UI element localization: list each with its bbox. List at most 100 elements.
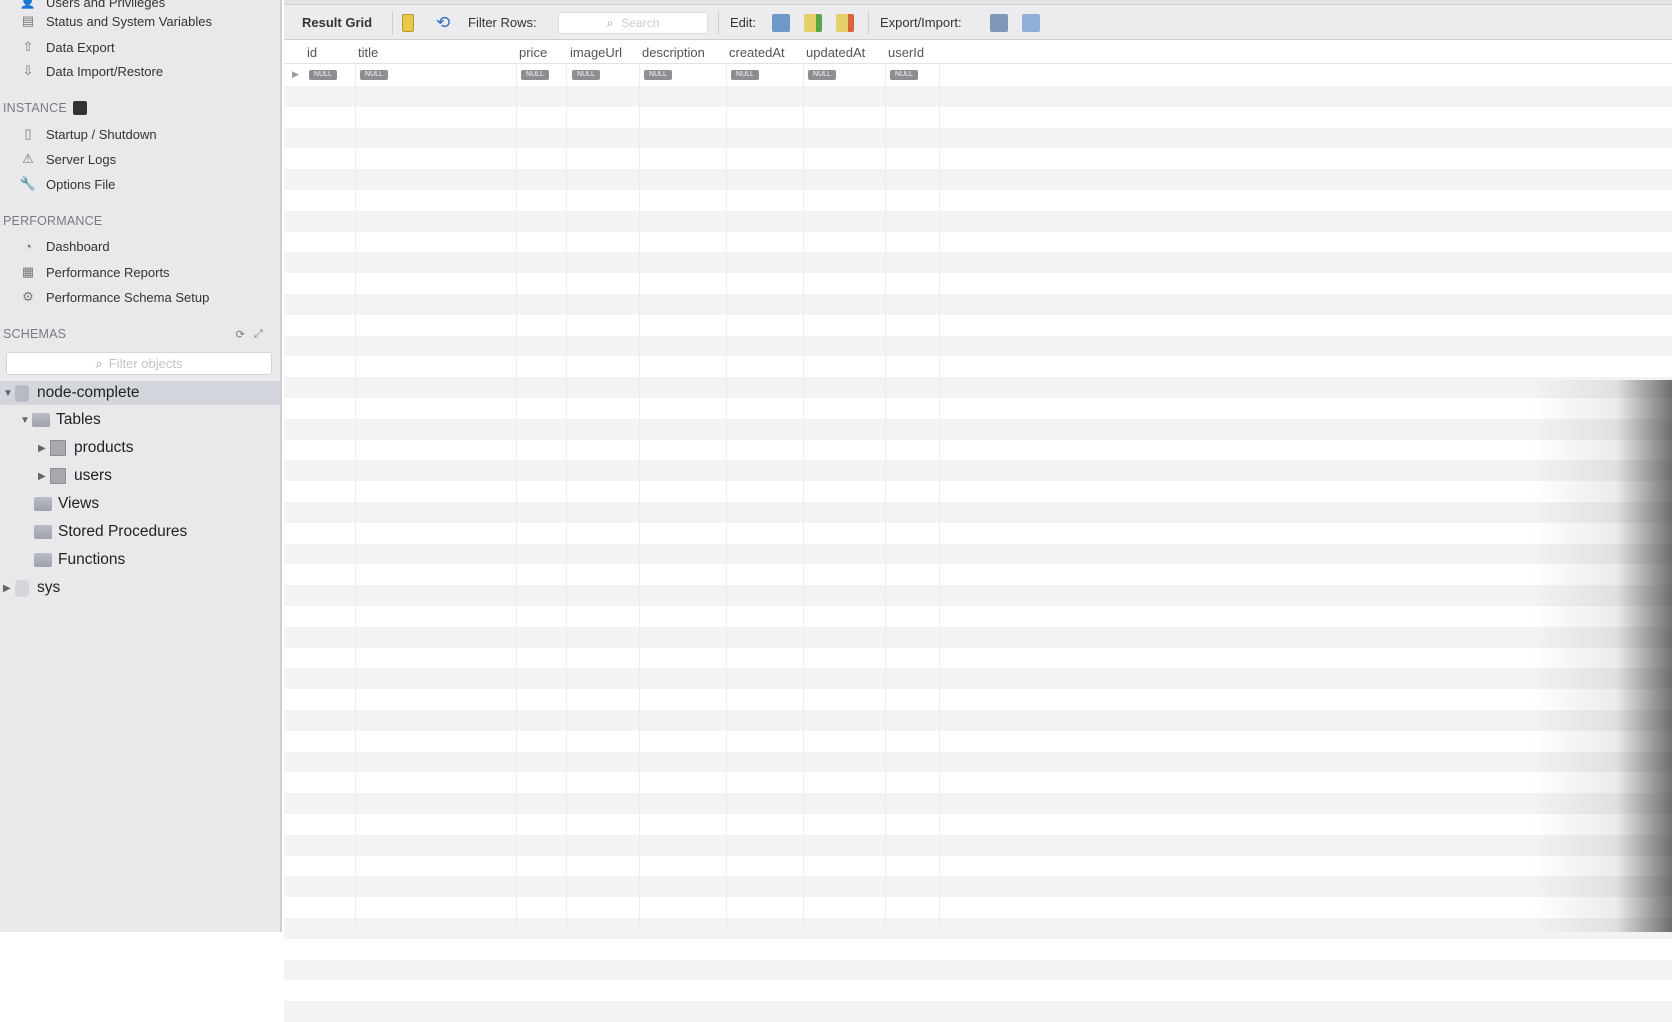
expand-arrow-icon[interactable]: ▼ xyxy=(20,415,32,426)
empty-grid-row xyxy=(284,689,1672,710)
empty-grid-row xyxy=(284,855,1672,877)
empty-grid-row xyxy=(284,127,1672,149)
edit-row-icon[interactable] xyxy=(772,5,790,40)
filter-rows-search-input[interactable]: ⌕ Search xyxy=(558,12,708,34)
nav-performance-schema-setup[interactable]: ⚙ Performance Schema Setup xyxy=(20,287,209,307)
filter-objects-input[interactable]: ⌕ Filter objects xyxy=(6,352,272,375)
column-header-price[interactable]: price xyxy=(519,45,547,60)
column-header-updatedat[interactable]: updatedAt xyxy=(806,45,865,60)
edge-shadow xyxy=(1532,380,1672,932)
monitor-icon: ▤ xyxy=(21,13,35,28)
empty-grid-row xyxy=(284,398,1672,419)
expand-arrow-icon[interactable]: ▼ xyxy=(3,388,15,399)
empty-grid-row xyxy=(284,834,1672,856)
schema-node-complete[interactable]: ▼ node-complete xyxy=(3,381,140,405)
empty-grid-row xyxy=(284,439,1672,461)
table-row[interactable]: ▶ NULL NULL NULL NULL NULL NULL NULL NUL… xyxy=(284,65,1672,86)
schema-sys[interactable]: ▶ sys xyxy=(3,576,60,600)
database-icon xyxy=(15,384,29,402)
row-indicator-icon: ▶ xyxy=(292,69,299,79)
result-grid-button[interactable]: Result Grid xyxy=(302,5,372,40)
empty-grid-row xyxy=(284,1001,1672,1022)
import-icon[interactable] xyxy=(1022,5,1040,40)
tree-views[interactable]: Views xyxy=(34,492,99,516)
empty-grid-row xyxy=(284,897,1672,918)
expand-arrow-icon[interactable]: ▶ xyxy=(3,583,15,594)
column-header-id[interactable]: id xyxy=(307,45,317,60)
empty-grid-row xyxy=(284,418,1672,440)
empty-grid-row xyxy=(284,273,1672,294)
gauge-icon: ◔ xyxy=(24,238,32,254)
cell-price[interactable]: NULL xyxy=(521,70,549,80)
empty-grid-row xyxy=(284,460,1672,482)
cell-imageurl[interactable]: NULL xyxy=(572,70,600,80)
empty-grid-row xyxy=(284,294,1672,315)
column-header-imageurl[interactable]: imageUrl xyxy=(570,45,622,60)
column-header-createdat[interactable]: createdAt xyxy=(729,45,785,60)
nav-data-import[interactable]: ⇩ Data Import/Restore xyxy=(20,61,164,81)
cell-description[interactable]: NULL xyxy=(644,70,672,80)
result-grid[interactable]: id title price imageUrl description crea… xyxy=(284,41,1672,1022)
empty-grid-row xyxy=(284,356,1672,378)
empty-grid-row xyxy=(284,710,1672,731)
empty-grid-row xyxy=(284,668,1672,690)
filter-rows-label: Filter Rows: xyxy=(468,15,537,30)
empty-grid-row xyxy=(284,169,1672,190)
result-toolbar: Result Grid ⟲ Filter Rows: ⌕ Search Edit:… xyxy=(284,5,1672,40)
delete-row-icon[interactable] xyxy=(836,5,854,40)
empty-grid-row xyxy=(284,190,1672,211)
refresh-icon[interactable]: ⟳ xyxy=(236,328,245,341)
nav-server-logs[interactable]: ⚠ Server Logs xyxy=(20,149,116,169)
cell-id[interactable]: NULL xyxy=(309,70,337,80)
column-header-title[interactable]: title xyxy=(358,45,378,60)
tree-table-products[interactable]: ▶ products xyxy=(38,436,133,460)
cell-createdat[interactable]: NULL xyxy=(731,70,759,80)
export-icon: ⇧ xyxy=(22,39,34,54)
performance-header: PERFORMANCE xyxy=(3,214,103,228)
empty-grid-row xyxy=(284,814,1672,835)
instance-header: INSTANCE xyxy=(3,101,87,115)
import-icon: ⇩ xyxy=(22,63,34,78)
cell-updatedat[interactable]: NULL xyxy=(808,70,836,80)
export-icon[interactable] xyxy=(990,5,1008,40)
column-header-userid[interactable]: userId xyxy=(888,45,924,60)
setup-icon: ⚙ xyxy=(22,289,34,304)
folder-icon xyxy=(34,497,52,511)
empty-grid-row xyxy=(284,377,1672,398)
column-header-description[interactable]: description xyxy=(642,45,705,60)
insert-row-icon[interactable] xyxy=(804,5,822,40)
empty-grid-row xyxy=(284,730,1672,752)
navigator-sidebar: 👤 Users and Privileges ▤ Status and System… xyxy=(0,0,282,932)
tree-stored-procedures[interactable]: Stored Procedures xyxy=(34,520,187,544)
expand-icon[interactable]: ⤢ xyxy=(254,328,263,341)
nav-data-export[interactable]: ⇧ Data Export xyxy=(20,37,115,57)
wrench-icon: 🔧 xyxy=(19,176,37,191)
cell-title[interactable]: NULL xyxy=(360,70,388,80)
form-editor-icon[interactable] xyxy=(402,5,414,40)
nav-performance-reports[interactable]: ▦ Performance Reports xyxy=(20,262,170,282)
grid-header: id title price imageUrl description crea… xyxy=(284,41,1672,64)
empty-grid-row xyxy=(284,606,1672,627)
empty-grid-row xyxy=(284,86,1672,107)
empty-grid-row xyxy=(284,502,1672,523)
empty-grid-row xyxy=(284,751,1672,773)
cell-userid[interactable]: NULL xyxy=(890,70,918,80)
tree-functions[interactable]: Functions xyxy=(34,548,125,572)
empty-grid-row xyxy=(284,772,1672,794)
empty-grid-row xyxy=(284,564,1672,586)
nav-options-file[interactable]: 🔧 Options File xyxy=(20,174,115,194)
expand-arrow-icon[interactable]: ▶ xyxy=(38,471,50,482)
empty-grid-row xyxy=(284,148,1672,170)
refresh-icon[interactable]: ⟲ xyxy=(436,5,450,40)
search-icon: ⌕ xyxy=(95,355,103,371)
tree-table-users[interactable]: ▶ users xyxy=(38,464,112,488)
empty-grid-row xyxy=(284,543,1672,565)
reports-icon: ▦ xyxy=(21,264,35,279)
empty-grid-row xyxy=(284,335,1672,357)
tree-tables[interactable]: ▼ Tables xyxy=(20,408,101,432)
nav-dashboard[interactable]: ◔ Dashboard xyxy=(20,236,110,256)
nav-startup-shutdown[interactable]: ▯ Startup / Shutdown xyxy=(20,124,156,144)
warning-icon: ⚠ xyxy=(22,151,34,166)
expand-arrow-icon[interactable]: ▶ xyxy=(38,443,50,454)
nav-status-variables[interactable]: ▤ Status and System Variables xyxy=(20,11,212,31)
